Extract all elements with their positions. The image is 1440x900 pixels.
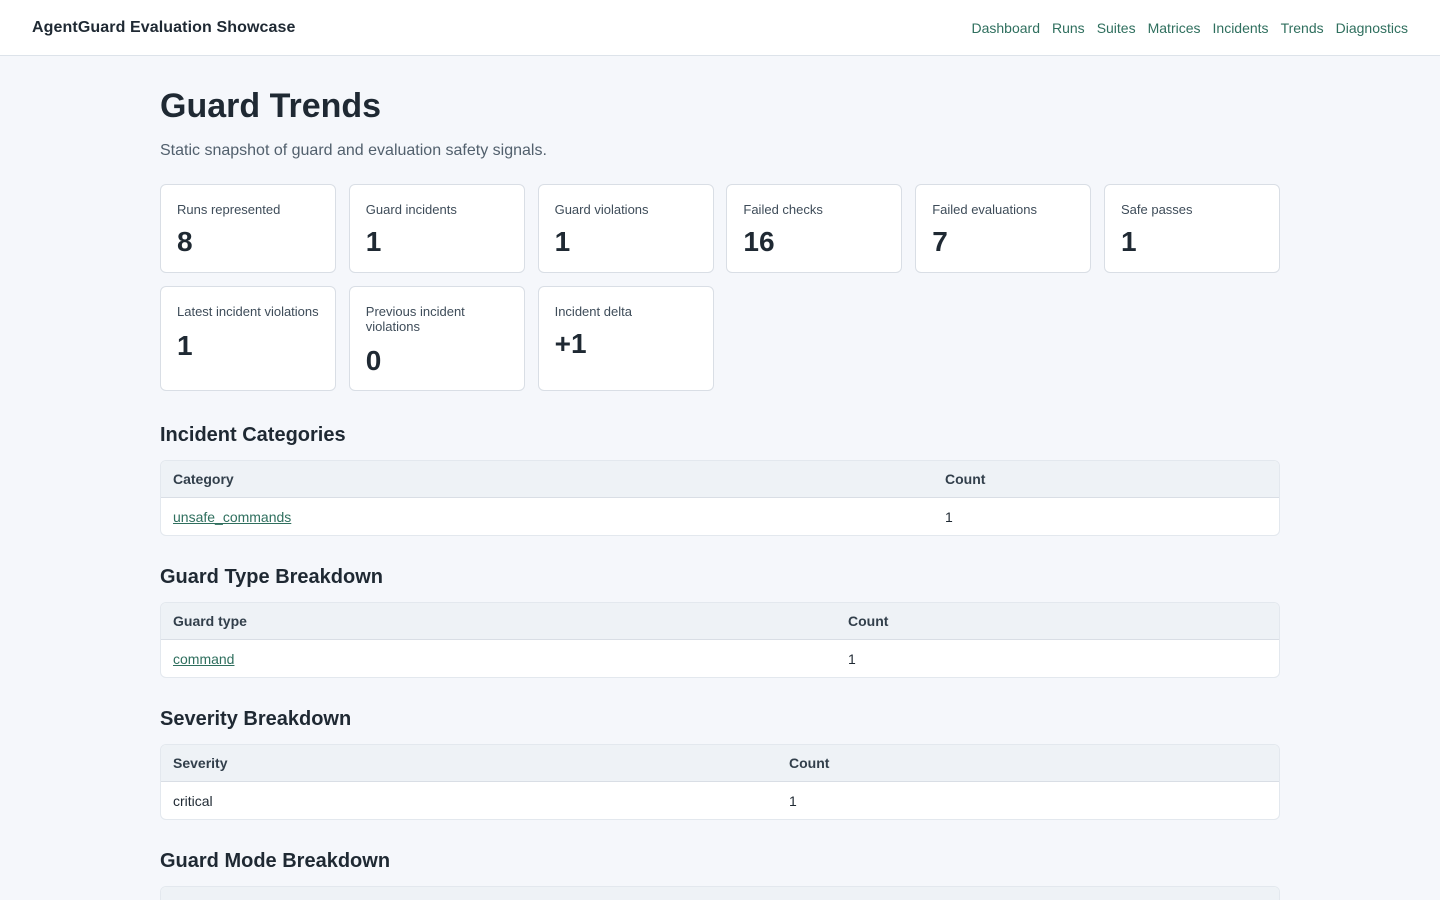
- nav-diagnostics[interactable]: Diagnostics: [1336, 20, 1408, 36]
- metric-value: +1: [554, 328, 587, 359]
- category-cell: unsafe_commands: [161, 498, 933, 535]
- metric-value: 1: [1120, 226, 1137, 257]
- guard-type-section: Guard Type Breakdown Guard type Count co…: [160, 565, 1280, 678]
- count-cell: 1: [789, 792, 797, 809]
- metric-card-failed-checks: Failed checks 16: [726, 184, 903, 273]
- metric-value: 8: [177, 226, 193, 257]
- metric-cards: Runs represented 8 Guard incidents 1 Gua…: [160, 184, 1280, 391]
- table-row: unsafe_commands 1: [161, 498, 1279, 535]
- section-title: Severity Breakdown: [160, 708, 352, 730]
- metric-label: Latest incident violations: [177, 304, 319, 319]
- metric-label: Failed checks: [743, 202, 823, 217]
- main-nav: Dashboard Runs Suites Matrices Incidents…: [972, 20, 1409, 36]
- metric-label: Previous incident violations: [365, 304, 465, 334]
- metric-value: 1: [177, 330, 193, 361]
- guard-mode-section: Guard Mode Breakdown Guard mode Count: [160, 849, 1280, 900]
- column-header-count: Count: [933, 461, 1279, 498]
- section-title: Incident Categories: [160, 424, 346, 446]
- column-header-guard-type: Guard type: [161, 603, 836, 640]
- nav-matrices[interactable]: Matrices: [1148, 20, 1201, 36]
- metric-card-latest-incident-violations: Latest incident violations 1: [160, 286, 336, 391]
- brand-title[interactable]: AgentGuard Evaluation Showcase: [32, 19, 296, 37]
- nav-dashboard[interactable]: Dashboard: [972, 20, 1041, 36]
- column-header-category: Category: [161, 461, 933, 498]
- nav-runs[interactable]: Runs: [1052, 20, 1085, 36]
- page-title: Guard Trends: [160, 87, 382, 125]
- metric-label: Guard incidents: [365, 202, 457, 217]
- severity-table: Severity Count critical 1: [160, 744, 1280, 820]
- column-header-count: Count: [856, 887, 1279, 900]
- section-title: Guard Type Breakdown: [160, 566, 384, 588]
- nav-incidents[interactable]: Incidents: [1213, 20, 1269, 36]
- metric-label: Failed evaluations: [932, 202, 1037, 217]
- severity-section: Severity Breakdown Severity Count critic…: [160, 707, 1280, 820]
- metric-card-safe-passes: Safe passes 1: [1103, 184, 1280, 273]
- guard-type-link[interactable]: command: [173, 651, 234, 667]
- table-row: command 1: [161, 640, 1279, 677]
- metric-label: Safe passes: [1120, 202, 1193, 217]
- category-link[interactable]: unsafe_commands: [173, 509, 291, 525]
- table-header-row: Guard mode Count: [161, 887, 1279, 900]
- incident-categories-section: Incident Categories Category Count unsaf…: [160, 423, 1280, 536]
- metric-card-previous-incident-violations: Previous incident violations 0: [348, 286, 525, 391]
- column-header-count: Count: [836, 603, 1279, 640]
- metric-label: Runs represented: [177, 202, 281, 217]
- guard-type-cell: command: [161, 640, 836, 677]
- column-header-count: Count: [777, 745, 1279, 782]
- metric-card-runs-represented: Runs represented 8: [160, 184, 336, 273]
- section-title: Guard Mode Breakdown: [160, 850, 391, 872]
- severity-cell: critical: [173, 792, 213, 809]
- guard-mode-table: Guard mode Count: [160, 886, 1280, 900]
- guard-type-table: Guard type Count command 1: [160, 602, 1280, 678]
- table-header-row: Severity Count: [161, 745, 1279, 782]
- table-header-row: Category Count: [161, 461, 1279, 498]
- nav-trends[interactable]: Trends: [1281, 20, 1324, 36]
- count-cell: 1: [945, 508, 953, 525]
- table-header-row: Guard type Count: [161, 603, 1279, 640]
- top-bar: AgentGuard Evaluation Showcase Dashboard…: [0, 0, 1440, 56]
- metric-card-guard-incidents: Guard incidents 1: [348, 184, 525, 273]
- metric-value: 1: [554, 226, 571, 257]
- column-header-severity: Severity: [161, 745, 777, 782]
- metric-card-failed-evaluations: Failed evaluations 7: [915, 184, 1092, 273]
- metric-value: 16: [743, 226, 775, 257]
- metric-value: 7: [932, 226, 948, 257]
- nav-suites[interactable]: Suites: [1097, 20, 1136, 36]
- metric-card-incident-delta: Incident delta +1: [537, 286, 714, 391]
- count-cell: 1: [848, 650, 856, 667]
- column-header-guard-mode: Guard mode: [161, 887, 856, 900]
- page-subtitle: Static snapshot of guard and evaluation …: [160, 142, 547, 159]
- incident-categories-table: Category Count unsafe_commands 1: [160, 460, 1280, 536]
- metric-value: 1: [365, 226, 382, 257]
- main-content: Guard Trends Static snapshot of guard an…: [160, 56, 1280, 900]
- metric-label: Incident delta: [554, 304, 632, 319]
- table-row: critical 1: [161, 782, 1279, 819]
- metric-label: Guard violations: [554, 202, 649, 217]
- metric-value: 0: [365, 345, 382, 376]
- metric-card-guard-violations: Guard violations 1: [537, 184, 714, 273]
